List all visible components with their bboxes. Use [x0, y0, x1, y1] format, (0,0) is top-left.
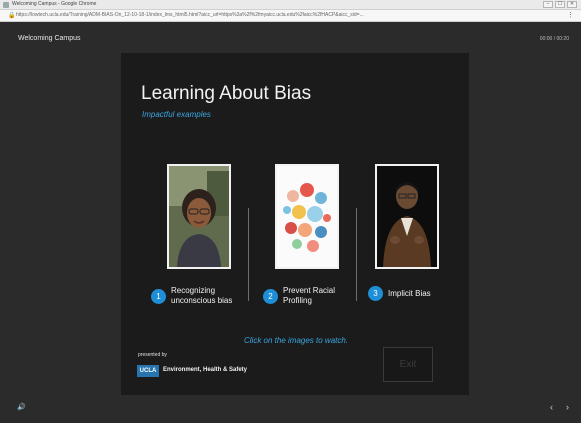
- close-button[interactable]: ✕: [567, 1, 577, 8]
- divider: [248, 208, 249, 301]
- previous-button[interactable]: ‹: [550, 402, 553, 412]
- browser-titlebar: Welcoming Campus - Google Chrome – ☐ ✕: [0, 0, 581, 10]
- exit-button[interactable]: Exit: [383, 347, 433, 382]
- faces-illustration-image: [277, 166, 337, 267]
- slide: Learning About Bias Impactful examples 1…: [121, 53, 469, 395]
- player-time: 00:00 / 00:20: [539, 36, 569, 42]
- player-title: Welcoming Campus: [18, 35, 81, 42]
- menu-item-recognizing-bias[interactable]: 1 Recognizing unconscious bias: [151, 286, 241, 306]
- menu-item-implicit-bias[interactable]: 3 Implicit Bias: [368, 286, 448, 301]
- number-badge: 2: [263, 288, 278, 304]
- volume-icon[interactable]: 🔊: [17, 404, 26, 412]
- slide-title: Learning About Bias: [141, 83, 312, 104]
- video-thumbnail-implicit-bias[interactable]: [375, 164, 439, 269]
- man-speaking-image: [377, 166, 437, 267]
- window-title: Welcoming Campus - Google Chrome: [12, 1, 97, 7]
- instruction-text: Click on the images to watch.: [244, 336, 349, 345]
- woman-portrait-image: [169, 166, 229, 267]
- item-label: Recognizing unconscious bias: [171, 286, 233, 305]
- browser-menu-icon[interactable]: ⋮: [567, 11, 574, 19]
- video-thumbnail-recognizing-bias[interactable]: [167, 164, 231, 269]
- number-badge: 1: [151, 288, 166, 304]
- menu-item-racial-profiling[interactable]: 2 Prevent Racial Profiling: [263, 286, 341, 306]
- lock-icon: 🔒: [8, 13, 16, 19]
- item-label: Prevent Racial Profiling: [283, 286, 336, 305]
- window-controls: – ☐ ✕: [543, 1, 577, 8]
- number-badge: 3: [368, 286, 383, 301]
- item-label: Implicit Bias: [388, 288, 431, 298]
- video-thumbnail-racial-profiling[interactable]: [275, 164, 339, 269]
- slide-subtitle: Impactful examples: [142, 110, 211, 119]
- favicon-icon: [3, 2, 9, 8]
- next-button[interactable]: ›: [566, 402, 569, 412]
- maximize-button[interactable]: ☐: [555, 1, 565, 8]
- url-text[interactable]: https://lowtech.ucla.edu/Training/ADM-BI…: [16, 12, 556, 20]
- org-name: Environment, Health & Safety: [163, 367, 248, 373]
- presented-by-label: presented by: [138, 352, 167, 358]
- ucla-logo: UCLA: [137, 365, 159, 377]
- address-bar[interactable]: 🔒 https://lowtech.ucla.edu/Training/ADM-…: [0, 10, 581, 22]
- divider: [356, 208, 357, 301]
- app-frame: Welcoming Campus - Google Chrome – ☐ ✕ 🔒…: [0, 0, 581, 423]
- minimize-button[interactable]: –: [543, 1, 553, 8]
